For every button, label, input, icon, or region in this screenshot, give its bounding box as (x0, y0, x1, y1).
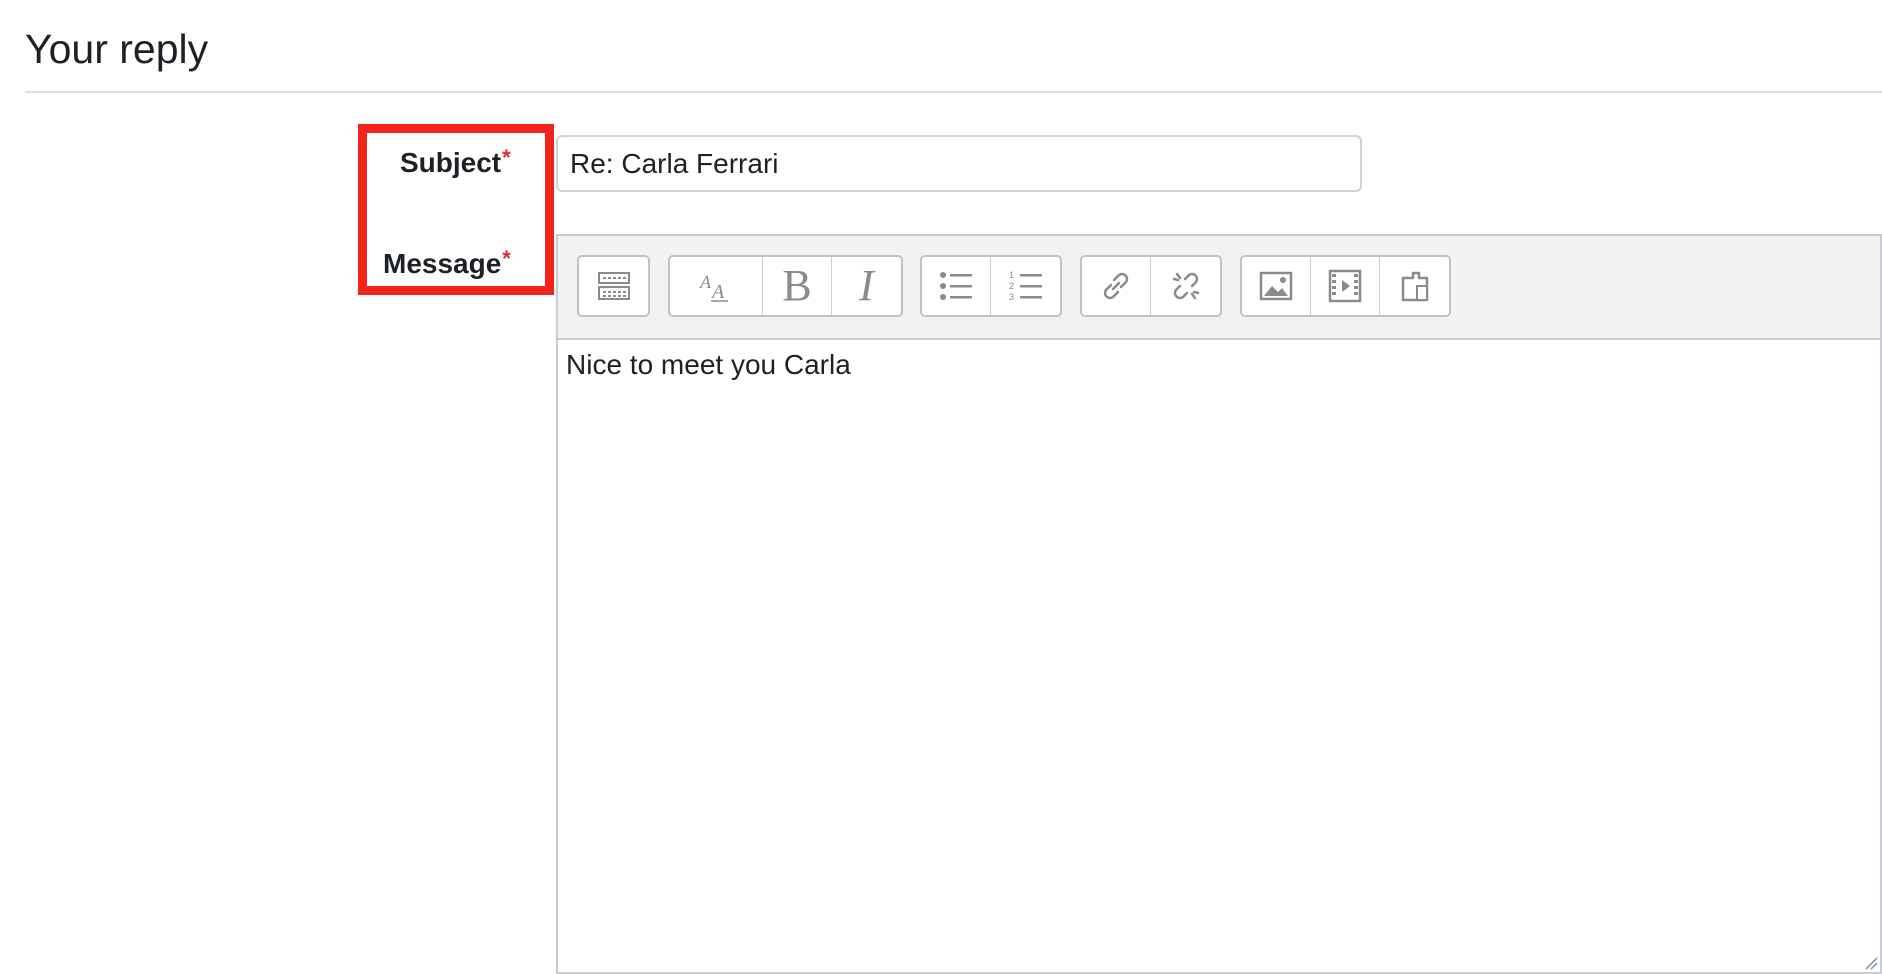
toolbar-group-lists: 123 (920, 255, 1062, 317)
link-button[interactable] (1082, 257, 1151, 315)
message-label-text: Message (383, 248, 502, 279)
svg-text:2: 2 (1009, 281, 1014, 291)
message-content[interactable]: Nice to meet you Carla (566, 349, 851, 381)
svg-text:1: 1 (1009, 270, 1014, 280)
ordered-list-icon: 123 (1009, 270, 1042, 302)
subject-label-text: Subject (400, 147, 502, 178)
svg-text:A: A (710, 281, 725, 303)
subject-label: Subject* (400, 145, 511, 179)
ordered-list-button[interactable]: 123 (991, 257, 1060, 315)
unlink-icon (1172, 272, 1199, 300)
toolbar-group-links (1080, 255, 1222, 317)
editor-toolbar: A A B I 123 (558, 236, 1880, 340)
show-more-buttons-button[interactable] (579, 257, 648, 315)
required-asterisk-icon: * (502, 246, 511, 271)
toolbar-toggle-icon (597, 272, 630, 300)
unordered-list-button[interactable] (922, 257, 991, 315)
toolbar-group-toggle (577, 255, 650, 317)
required-asterisk-icon: * (502, 145, 511, 170)
font-size-button[interactable]: A A (670, 257, 763, 315)
file-icon (1401, 271, 1428, 302)
heading-divider (25, 91, 1882, 93)
subject-input[interactable] (556, 135, 1362, 192)
resize-handle-icon[interactable] (1864, 956, 1878, 970)
message-label: Message* (383, 246, 511, 280)
bold-button[interactable]: B (763, 257, 832, 315)
italic-button[interactable]: I (832, 257, 901, 315)
italic-icon: I (859, 261, 874, 310)
insert-media-button[interactable] (1311, 257, 1380, 315)
link-icon (1103, 272, 1129, 300)
toolbar-group-insert (1240, 255, 1451, 317)
svg-text:3: 3 (1009, 292, 1014, 302)
message-editor[interactable]: A A B I 123 Nice to meet you Carla (556, 234, 1882, 974)
manage-files-button[interactable] (1380, 257, 1449, 315)
font-size-icon: A A (699, 272, 728, 303)
page-heading: Your reply (25, 26, 209, 72)
bold-icon: B (782, 261, 812, 310)
unlink-button[interactable] (1151, 257, 1220, 315)
unordered-list-icon (940, 272, 972, 300)
insert-image-button[interactable] (1242, 257, 1311, 315)
image-icon (1259, 271, 1293, 301)
toolbar-group-text-style: A A B I (668, 255, 903, 317)
svg-text:A: A (699, 272, 712, 292)
media-icon (1328, 269, 1362, 303)
